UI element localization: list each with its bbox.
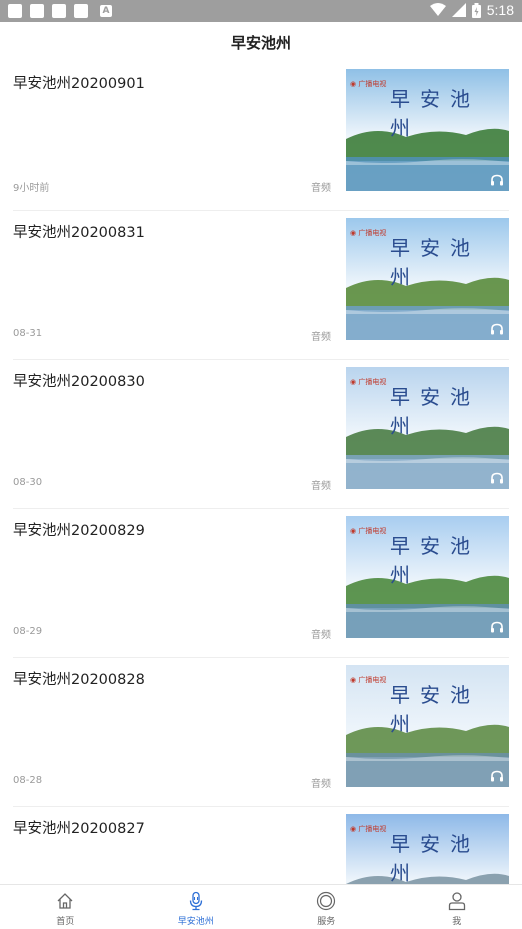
list-item[interactable]: 早安池州20200901 9小时前 音频 ◉ 广播电视 早安池州: [13, 62, 509, 211]
nav-label: 服务: [317, 914, 335, 927]
list-item[interactable]: 早安池州20200827 ◉ 广播电视 早安池州: [13, 807, 509, 884]
headphones-icon: [490, 770, 504, 782]
nav-item-service[interactable]: 服务: [261, 885, 392, 929]
item-thumbnail[interactable]: ◉ 广播电视 早安池州: [346, 218, 509, 340]
signal-icon: [452, 3, 466, 17]
thumbnail-title: 早安池州: [390, 530, 509, 588]
item-type-label: 音频: [311, 328, 331, 343]
item-title: 早安池州20200830: [13, 370, 145, 391]
notification-icon: [74, 4, 88, 18]
item-thumbnail[interactable]: ◉ 广播电视 早安池州: [346, 367, 509, 489]
headphones-icon: [490, 174, 504, 186]
system-icons: 5:18: [430, 2, 514, 18]
service-icon: [316, 891, 336, 911]
page-title: 早安池州: [231, 32, 291, 53]
notification-icon: [8, 4, 22, 18]
item-thumbnail[interactable]: ◉ 广播电视 早安池州: [346, 69, 509, 191]
item-date: 9小时前: [13, 179, 49, 194]
thumbnail-logo: ◉ 广播电视: [350, 824, 386, 834]
item-title: 早安池州20200829: [13, 519, 145, 540]
bottom-nav: 首页 早安池州 服务 我: [0, 884, 522, 929]
item-title: 早安池州20200827: [13, 817, 145, 838]
nav-label: 我: [452, 914, 461, 927]
notification-icon: [52, 4, 66, 18]
nav-label: 首页: [56, 914, 74, 927]
wifi-icon: [430, 3, 446, 17]
header: 早安池州: [0, 22, 522, 62]
clock: 5:18: [487, 2, 514, 18]
nav-item-home[interactable]: 首页: [0, 885, 131, 929]
thumbnail-logo: ◉ 广播电视: [350, 675, 386, 685]
item-thumbnail[interactable]: ◉ 广播电视 早安池州: [346, 665, 509, 787]
list-item[interactable]: 早安池州20200830 08-30 音频 ◉ 广播电视 早安池州: [13, 360, 509, 509]
headphones-icon: [490, 621, 504, 633]
battery-icon: [472, 3, 481, 18]
item-date: 08-30: [13, 477, 42, 488]
item-title: 早安池州20200828: [13, 668, 145, 689]
item-thumbnail[interactable]: ◉ 广播电视 早安池州: [346, 814, 509, 884]
episode-list[interactable]: 早安池州20200901 9小时前 音频 ◉ 广播电视 早安池州: [0, 62, 522, 884]
thumbnail-logo: ◉ 广播电视: [350, 526, 386, 536]
home-icon: [55, 891, 75, 911]
thumbnail-title: 早安池州: [390, 232, 509, 290]
item-type-label: 音频: [311, 477, 331, 492]
headphones-icon: [490, 472, 504, 484]
user-icon: [447, 891, 467, 911]
thumbnail-title: 早安池州: [390, 679, 509, 737]
item-title: 早安池州20200831: [13, 221, 145, 242]
item-type-label: 音频: [311, 179, 331, 194]
nav-item-me[interactable]: 我: [392, 885, 522, 929]
item-date: 08-28: [13, 775, 42, 786]
item-type-label: 音频: [311, 775, 331, 790]
nav-label: 早安池州: [178, 914, 214, 927]
item-date: 08-29: [13, 626, 42, 637]
thumbnail-title: 早安池州: [390, 828, 509, 884]
headphones-icon: [490, 323, 504, 335]
notification-icon: [30, 4, 44, 18]
nav-item-morning-chizhou[interactable]: 早安池州: [131, 885, 262, 929]
list-item[interactable]: 早安池州20200831 08-31 音频 ◉ 广播电视 早安池州: [13, 211, 509, 360]
item-date: 08-31: [13, 328, 42, 339]
item-type-label: 音频: [311, 626, 331, 641]
item-thumbnail[interactable]: ◉ 广播电视 早安池州: [346, 516, 509, 638]
status-bar: A 5:18: [0, 0, 522, 22]
thumbnail-title: 早安池州: [390, 83, 509, 141]
list-item[interactable]: 早安池州20200828 08-28 音频 ◉ 广播电视 早安池州: [13, 658, 509, 807]
thumbnail-logo: ◉ 广播电视: [350, 79, 386, 89]
thumbnail-logo: ◉ 广播电视: [350, 228, 386, 238]
list-item[interactable]: 早安池州20200829 08-29 音频 ◉ 广播电视 早安池州: [13, 509, 509, 658]
thumbnail-title: 早安池州: [390, 381, 509, 439]
microphone-icon: [186, 891, 206, 911]
item-title: 早安池州20200901: [13, 72, 145, 93]
notification-icons: A: [8, 4, 112, 18]
app-notification-icon: A: [100, 5, 112, 17]
thumbnail-logo: ◉ 广播电视: [350, 377, 386, 387]
